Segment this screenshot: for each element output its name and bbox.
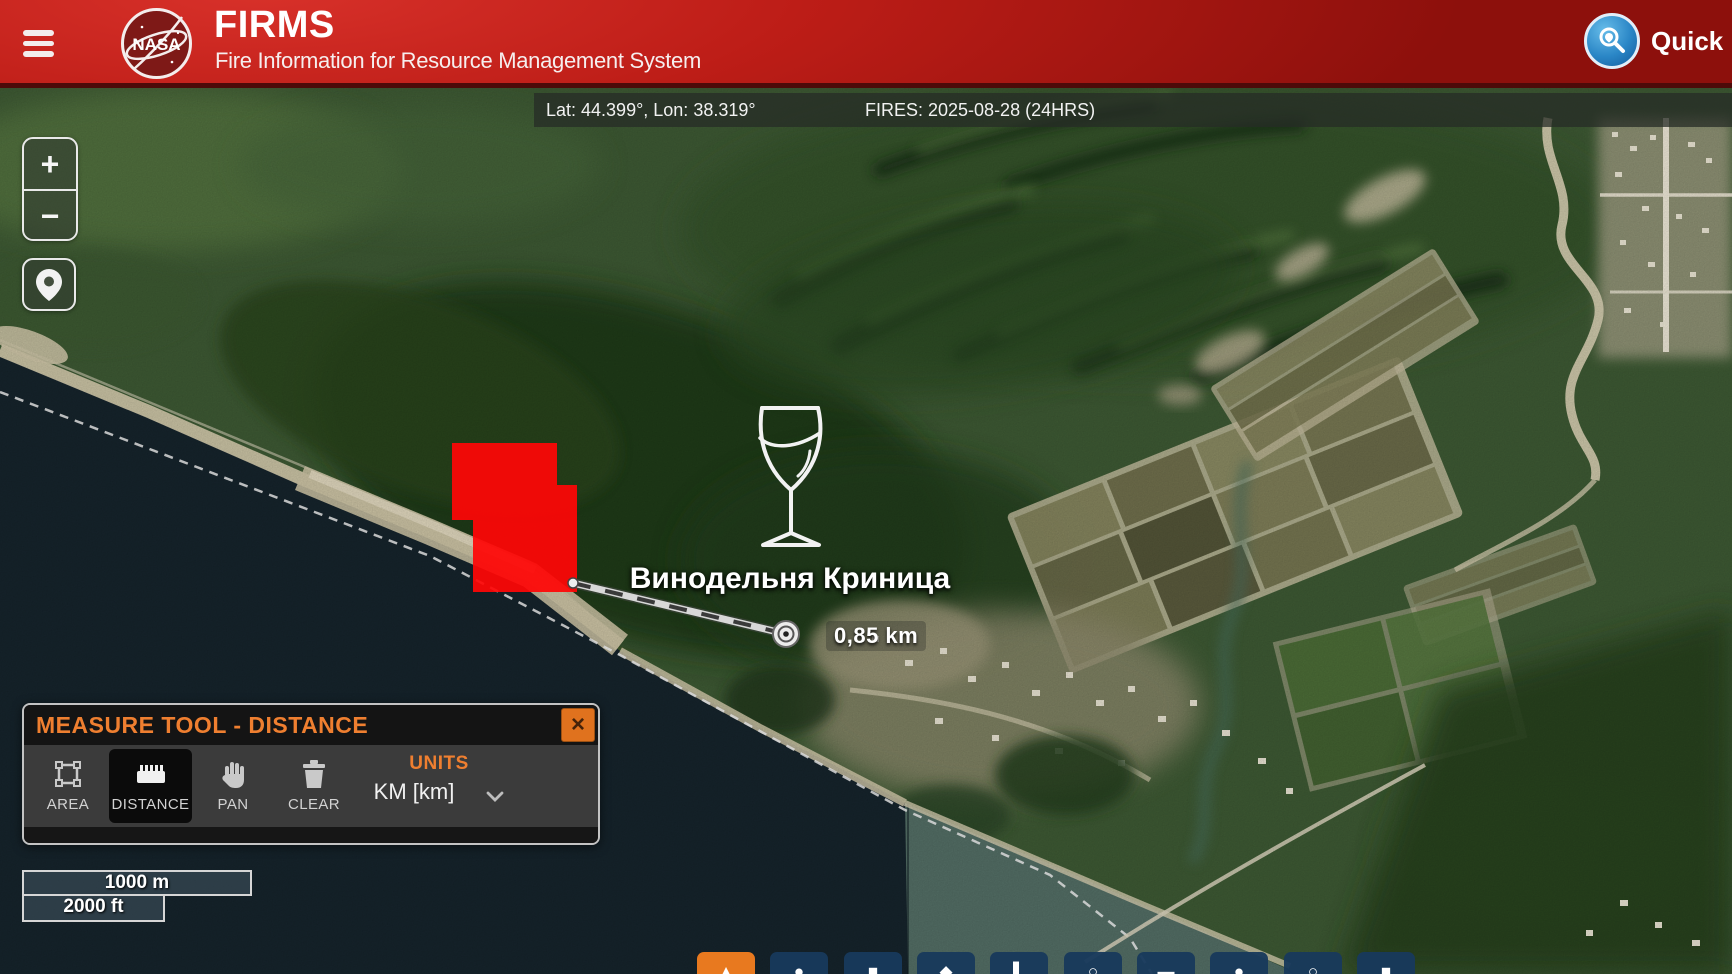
app-subtitle: Fire Information for Resource Management… [215,48,701,74]
measure-tool-title: MEASURE TOOL - DISTANCE [36,712,368,739]
area-tool-label: AREA [47,796,89,813]
fires-date-label[interactable]: FIRES: 2025-08-28 (24HRS) [865,100,1095,121]
search-location-icon[interactable] [1584,13,1640,69]
trash-icon [299,755,329,793]
menu-icon[interactable] [23,30,54,57]
units-select[interactable]: KM [km] [349,779,479,805]
measure-start-point [568,578,578,588]
poi-label[interactable]: Винодельня Криница [606,562,974,596]
units-label: UNITS [374,753,504,775]
svg-text:NASA: NASA [132,35,180,54]
pan-tool-label: PAN [218,796,249,813]
zoom-out-button[interactable]: − [24,191,76,241]
map-scale: 1000 m 2000 ft [22,870,252,922]
measure-tool-footer [24,827,598,843]
location-pin-icon [35,268,63,302]
locate-me-button[interactable] [22,258,76,311]
chevron-down-icon[interactable] [486,789,504,807]
area-select-icon [52,755,84,793]
measure-tool-titlebar[interactable]: MEASURE TOOL - DISTANCE × [24,705,598,745]
area-tool-button[interactable]: AREA [36,749,100,823]
distance-tool-label: DISTANCE [112,796,190,813]
toolbar-button[interactable]: ● [1210,952,1268,974]
clear-tool-label: CLEAR [288,796,340,813]
measure-distance-label: 0,85 km [826,621,926,651]
toolbar-button-active[interactable]: ▲ [697,952,755,974]
app-header: NASA FIRMS Fire Information for Resource… [0,0,1732,88]
toolbar-button[interactable]: ▬ [1137,952,1195,974]
zoom-control: + − [22,137,78,241]
pan-tool-button[interactable]: PAN [201,749,265,823]
quick-links-button[interactable]: Quick [1584,13,1723,69]
scale-bar-metric: 1000 m [22,870,252,896]
quick-links-label[interactable]: Quick [1651,26,1723,57]
measure-endpoint-marker [773,621,799,647]
clear-tool-button[interactable]: CLEAR [276,749,352,823]
hand-icon [217,755,249,793]
status-bar: Lat: 44.399°, Lon: 38.319° FIRES: 2025-0… [534,93,1732,127]
ruler-icon [133,755,169,793]
measure-tool-panel: MEASURE TOOL - DISTANCE × AREA [22,703,600,845]
distance-tool-button[interactable]: DISTANCE [109,749,192,823]
scale-bar-imperial: 2000 ft [22,896,165,922]
app-title[interactable]: FIRMS [214,4,335,47]
toolbar-button[interactable]: ■ [844,952,902,974]
firms-app: Винодельня Криница 0,85 km Lat: 44.399°,… [0,0,1732,974]
zoom-in-button[interactable]: + [24,139,76,189]
cursor-coordinates: Lat: 44.399°, Lon: 38.319° [546,100,756,121]
toolbar-button[interactable]: ▌ [990,952,1048,974]
toolbar-button[interactable]: ○ [1064,952,1122,974]
toolbar-button[interactable]: ■ [1357,952,1415,974]
toolbar-button[interactable]: ○ [1284,952,1342,974]
nasa-logo-icon[interactable]: NASA [120,7,193,80]
measure-tool-toolbar: AREA DISTANCE [24,745,598,827]
toolbar-button[interactable]: ◆ [917,952,975,974]
toolbar-button[interactable]: ● [770,952,828,974]
close-button[interactable]: × [561,708,595,742]
